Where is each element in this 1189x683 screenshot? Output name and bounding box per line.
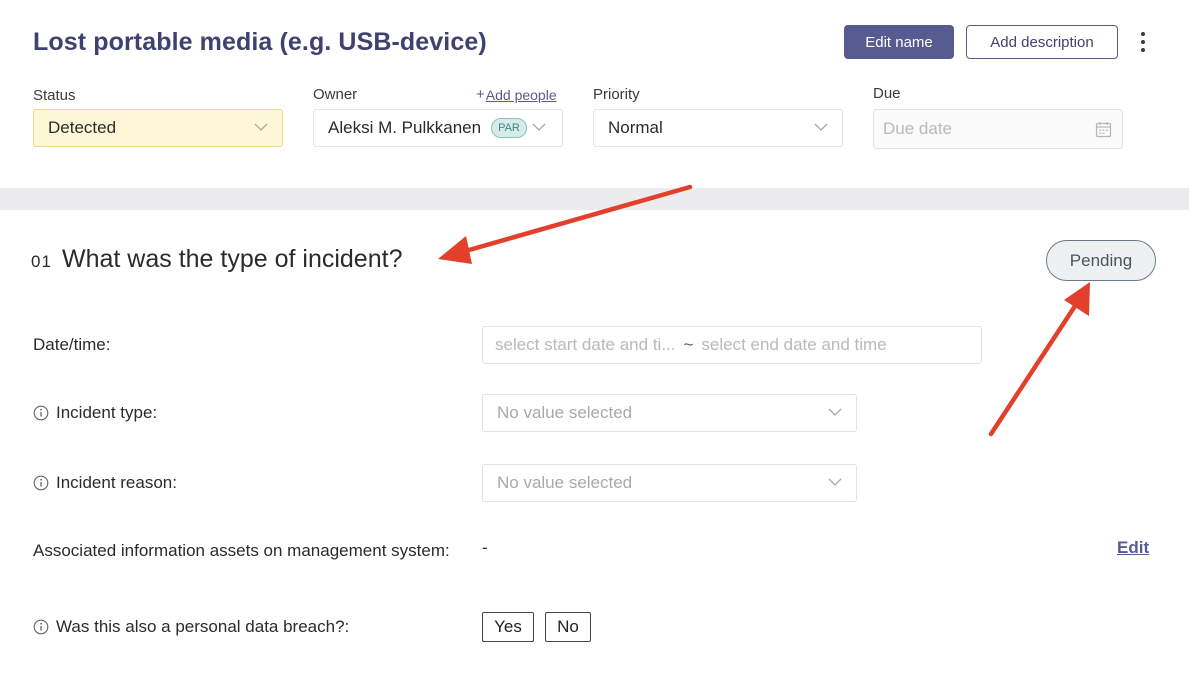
status-label: Status: [33, 87, 76, 104]
personal-breach-label-row: Was this also a personal data breach?:: [33, 617, 349, 637]
chevron-down-icon: [828, 478, 842, 486]
incident-type-label-row: Incident type:: [33, 403, 157, 423]
start-date-placeholder: select start date and ti...: [495, 335, 676, 354]
pending-status-button[interactable]: Pending: [1046, 240, 1156, 281]
assets-edit-link[interactable]: Edit: [1117, 538, 1149, 558]
incident-reason-label: Incident reason:: [56, 473, 177, 492]
owner-value: Aleksi M. Pulkkanen: [328, 118, 482, 137]
info-icon[interactable]: [33, 475, 49, 491]
priority-value: Normal: [608, 118, 663, 137]
section-number: 01: [31, 252, 52, 271]
info-icon[interactable]: [33, 405, 49, 421]
datetime-range-input[interactable]: select start date and ti... ~ select end…: [482, 326, 982, 364]
incident-type-value: No value selected: [497, 403, 633, 422]
owner-label: Owner: [313, 86, 358, 103]
due-date-input[interactable]: Due date: [873, 109, 1123, 149]
section-divider: [0, 188, 1189, 210]
due-label: Due: [873, 85, 901, 102]
incident-reason-value: No value selected: [497, 473, 633, 492]
priority-select[interactable]: Normal: [593, 109, 843, 147]
info-icon[interactable]: [33, 619, 49, 635]
more-options-icon[interactable]: [1136, 30, 1150, 54]
owner-select[interactable]: Aleksi M. Pulkkanen PAR: [313, 109, 563, 147]
chevron-down-icon: [828, 408, 842, 416]
plus-icon: +: [476, 86, 485, 103]
no-button[interactable]: No: [545, 612, 591, 642]
status-select[interactable]: Detected: [33, 109, 283, 147]
add-description-button[interactable]: Add description: [966, 25, 1118, 59]
incident-reason-label-row: Incident reason:: [33, 473, 177, 493]
personal-breach-label: Was this also a personal data breach?:: [56, 617, 350, 636]
status-value: Detected: [48, 118, 117, 137]
add-people-label: Add people: [485, 86, 557, 103]
assets-value: -: [482, 538, 488, 557]
incident-reason-select[interactable]: No value selected: [482, 464, 857, 502]
owner-badge: PAR: [491, 118, 528, 138]
add-people-link[interactable]: + Add people: [476, 86, 557, 103]
incident-type-select[interactable]: No value selected: [482, 394, 857, 432]
priority-label: Priority: [593, 86, 640, 103]
datetime-label: Date/time:: [33, 335, 111, 354]
chevron-down-icon: [814, 123, 828, 131]
edit-name-button[interactable]: Edit name: [844, 25, 954, 59]
section-title: What was the type of incident?: [62, 245, 403, 273]
page-title: Lost portable media (e.g. USB-device): [33, 28, 487, 56]
arrow-to-pending: [988, 282, 1090, 437]
chevron-down-icon: [254, 123, 268, 131]
calendar-icon[interactable]: [1095, 121, 1112, 138]
end-date-placeholder: select end date and time: [701, 335, 887, 354]
yes-button[interactable]: Yes: [482, 612, 534, 642]
incident-page: Lost portable media (e.g. USB-device) Ed…: [0, 0, 1189, 683]
due-date-placeholder: Due date: [883, 119, 952, 138]
assets-label: Associated information assets on managem…: [33, 541, 450, 560]
chevron-down-icon: [532, 123, 546, 131]
range-separator: ~: [683, 335, 694, 354]
incident-type-label: Incident type:: [56, 403, 158, 422]
